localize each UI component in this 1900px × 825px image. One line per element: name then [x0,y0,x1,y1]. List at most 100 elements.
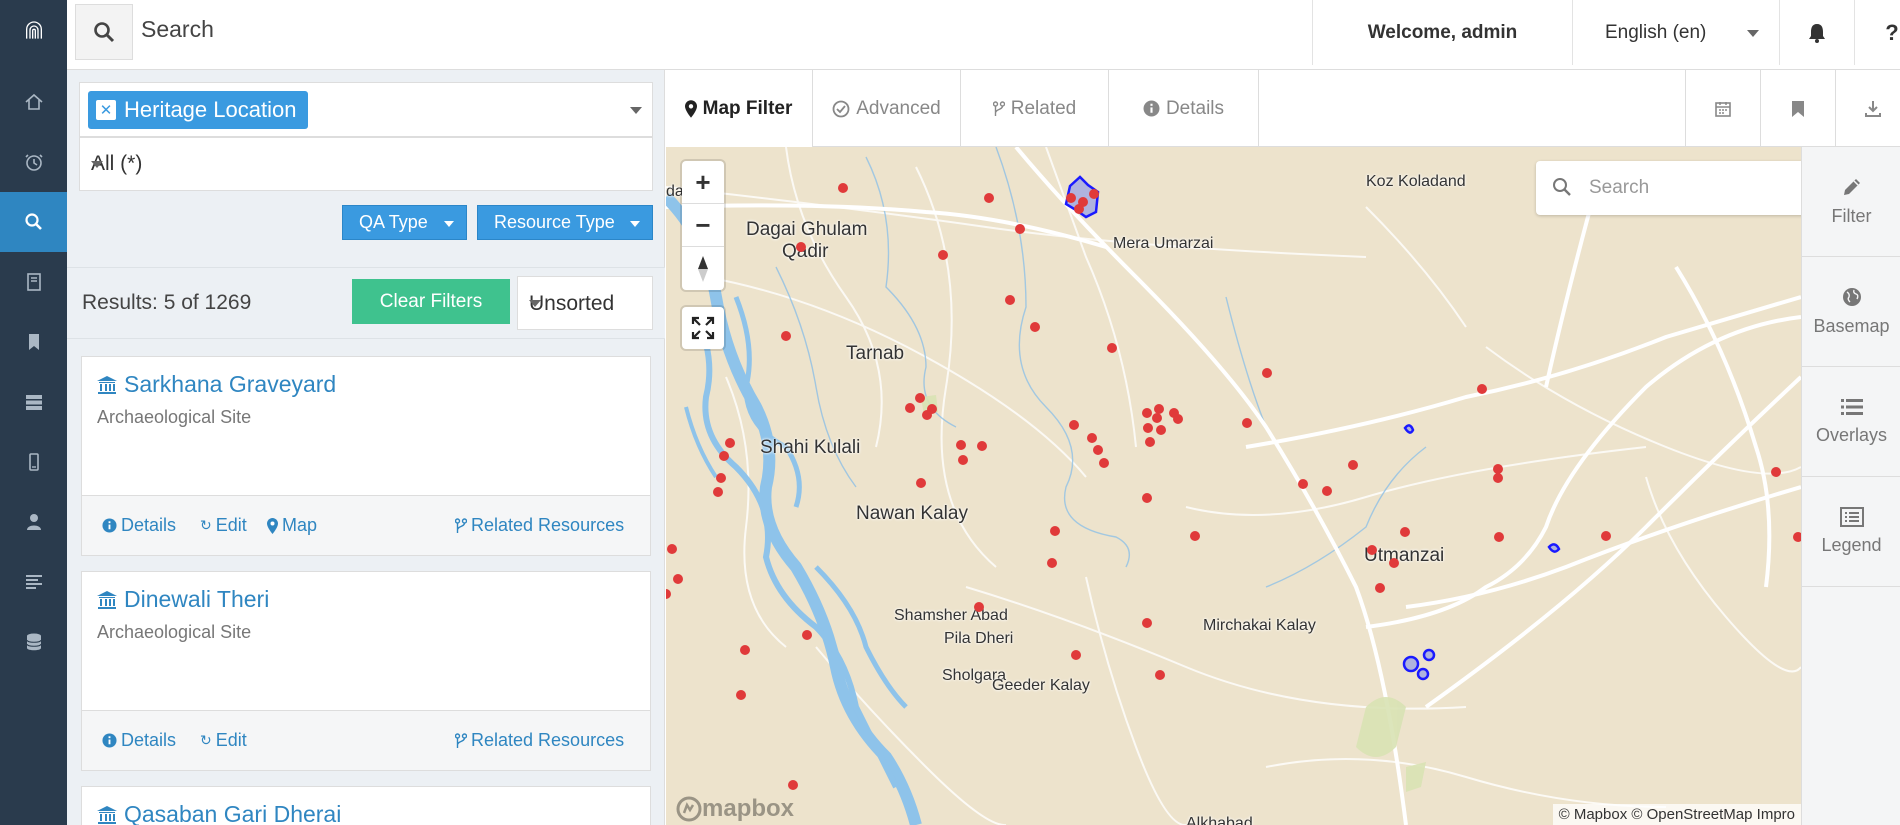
heritage-site-marker[interactable] [1145,437,1155,447]
heritage-site-marker[interactable] [667,544,677,554]
result-title-link[interactable]: Sarkhana Graveyard [96,371,336,398]
heritage-site-marker[interactable] [1477,384,1487,394]
heritage-site-marker[interactable] [1074,204,1084,214]
basemap-tool-button[interactable]: Basemap [1802,257,1900,367]
heritage-site-marker[interactable] [736,690,746,700]
heritage-site-marker[interactable] [796,242,806,252]
heritage-area-polygon[interactable] [1403,424,1415,434]
resource-type-dropdown[interactable]: Resource Type [477,205,653,240]
search-button[interactable] [75,4,133,60]
server-icon[interactable] [0,372,67,432]
heritage-site-marker[interactable] [905,403,915,413]
zoom-in-button[interactable]: + [682,161,724,204]
heritage-site-marker[interactable] [666,589,671,599]
search-icon[interactable] [0,192,67,252]
heritage-site-marker[interactable] [673,574,683,584]
map-link[interactable]: Map [267,515,317,536]
heritage-site-marker[interactable] [1494,532,1504,542]
heritage-site-marker[interactable] [725,438,735,448]
result-title-link[interactable]: Qasaban Gari Dherai [96,801,341,825]
bookmark-icon[interactable] [0,312,67,372]
heritage-site-marker[interactable] [974,602,984,612]
filter-select[interactable]: All (*) [79,137,653,191]
heritage-site-marker[interactable] [1069,420,1079,430]
heritage-site-marker[interactable] [916,478,926,488]
tab-details[interactable]: Details [1109,70,1259,147]
heritage-site-marker[interactable] [984,193,994,203]
heritage-site-marker[interactable] [1156,425,1166,435]
heritage-site-marker[interactable] [1015,224,1025,234]
heritage-site-marker[interactable] [1242,418,1252,428]
help-button[interactable]: ? [1854,0,1900,65]
close-icon[interactable]: ✕ [96,100,116,120]
heritage-site-marker[interactable] [1601,531,1611,541]
heritage-site-marker[interactable] [1142,408,1152,418]
heritage-site-marker[interactable] [1005,295,1015,305]
heritage-site-marker[interactable] [938,250,948,260]
heritage-site-marker[interactable] [1155,670,1165,680]
time-filter-button[interactable] [1685,70,1760,147]
details-link[interactable]: Details [102,730,176,751]
heritage-site-marker[interactable] [1793,532,1801,542]
language-select[interactable]: English (en) [1572,0,1779,65]
heritage-site-marker[interactable] [1173,414,1183,424]
heritage-area-polygon[interactable] [1416,667,1430,681]
heritage-site-marker[interactable] [716,473,726,483]
clock-icon[interactable] [0,132,67,192]
heritage-site-marker[interactable] [1154,404,1164,414]
home-icon[interactable] [0,72,67,132]
heritage-site-marker[interactable] [802,630,812,640]
heritage-site-marker[interactable] [740,645,750,655]
sort-select[interactable]: Unsorted [517,276,653,330]
heritage-site-marker[interactable] [1099,458,1109,468]
clear-filters-button[interactable]: Clear Filters [352,279,510,324]
heritage-area-polygon[interactable] [1422,648,1436,662]
heritage-site-marker[interactable] [915,393,925,403]
tab-related[interactable]: Related [961,70,1109,147]
map-canvas[interactable]: da...hi Koz Koladand Dagai Ghulam Qadir … [666,147,1801,825]
related-resources-link[interactable]: Related Resources [455,730,624,751]
overlays-tool-button[interactable]: Overlays [1802,367,1900,477]
heritage-site-marker[interactable] [1089,189,1099,199]
heritage-site-marker[interactable] [788,780,798,790]
heritage-site-marker[interactable] [977,441,987,451]
user-icon[interactable] [0,492,67,552]
heritage-area-polygon[interactable] [1402,655,1420,673]
notifications-button[interactable] [1779,0,1854,65]
heritage-site-marker[interactable] [1190,531,1200,541]
fullscreen-button[interactable] [682,307,724,349]
heritage-site-marker[interactable] [1389,558,1399,568]
heritage-site-marker[interactable] [1142,493,1152,503]
heritage-site-marker[interactable] [1375,583,1385,593]
resource-model-select[interactable]: ✕ Heritage Location [79,82,653,137]
map-attribution[interactable]: © Mapbox © OpenStreetMap Impro [1552,804,1801,825]
book-icon[interactable] [0,252,67,312]
heritage-site-marker[interactable] [1771,467,1781,477]
saved-searches-button[interactable] [1760,70,1835,147]
edit-link[interactable]: ↻ Edit [200,730,247,751]
details-link[interactable]: Details [102,515,176,536]
heritage-site-marker[interactable] [1142,618,1152,628]
heritage-site-marker[interactable] [1050,526,1060,536]
mobile-icon[interactable] [0,432,67,492]
arches-logo-icon[interactable] [0,0,67,60]
heritage-site-marker[interactable] [1087,433,1097,443]
heritage-site-marker[interactable] [1298,479,1308,489]
zoom-out-button[interactable]: − [682,204,724,247]
list-icon[interactable] [0,552,67,612]
compass-button[interactable] [682,247,724,290]
heritage-site-marker[interactable] [1093,445,1103,455]
resource-tag[interactable]: ✕ Heritage Location [88,91,309,129]
heritage-site-marker[interactable] [1262,368,1272,378]
tab-advanced[interactable]: Advanced [813,70,961,147]
edit-link[interactable]: ↻ Edit [200,515,247,536]
heritage-site-marker[interactable] [1107,343,1117,353]
heritage-site-marker[interactable] [1367,545,1377,555]
heritage-site-marker[interactable] [1322,486,1332,496]
heritage-site-marker[interactable] [1152,413,1162,423]
heritage-site-marker[interactable] [1348,460,1358,470]
heritage-site-marker[interactable] [1066,193,1076,203]
heritage-site-marker[interactable] [922,410,932,420]
top-search-label[interactable]: Search [141,16,214,43]
welcome-user[interactable]: Welcome, admin [1312,0,1572,65]
